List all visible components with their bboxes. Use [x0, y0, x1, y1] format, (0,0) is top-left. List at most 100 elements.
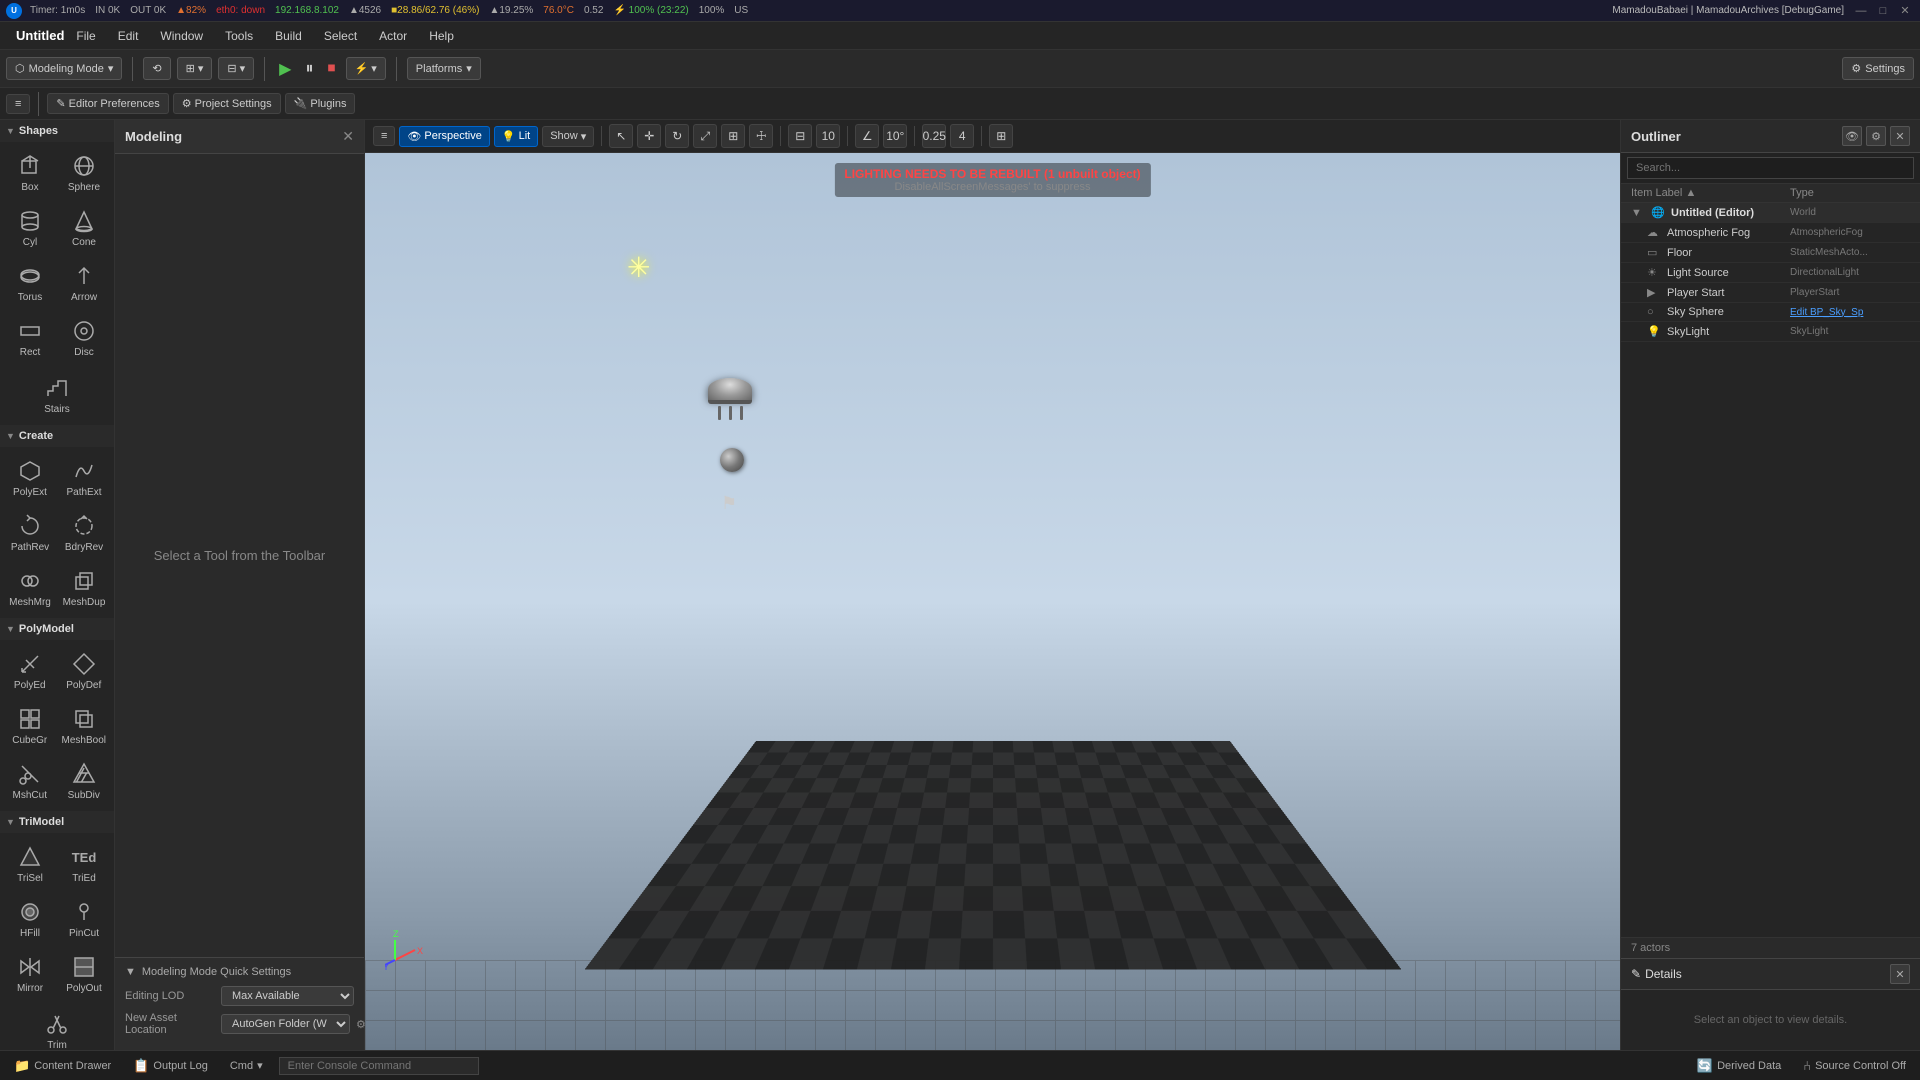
col-label-header[interactable]: Item Label ▲ — [1631, 187, 1790, 199]
menu-help[interactable]: Help — [419, 26, 464, 46]
tool-torus[interactable]: Torus — [4, 256, 56, 309]
tool-pincut[interactable]: PinCut — [58, 892, 110, 945]
viewport-canvas[interactable]: LIGHTING NEEDS TO BE REBUILT (1 unbuilt … — [365, 153, 1620, 1050]
tool-polyed[interactable]: PolyEd — [4, 644, 56, 697]
maximize-vp-btn[interactable]: ⊞ — [989, 124, 1013, 148]
tool-meshmrg[interactable]: MeshMrg — [4, 561, 56, 614]
outliner-item-floor[interactable]: ▭ Floor StaticMeshActo... — [1621, 243, 1920, 263]
grid-size-btn[interactable]: 10 — [816, 124, 840, 148]
hamburger-vp-btn[interactable]: ≡ — [373, 126, 395, 146]
details-close-btn[interactable]: ✕ — [1890, 964, 1910, 984]
create-section-header[interactable]: ▼ Create — [0, 425, 114, 447]
outliner-list: ▼ 🌐 Untitled (Editor) World ☁ Atmospheri… — [1621, 203, 1920, 937]
outliner-search[interactable] — [1627, 157, 1914, 179]
menu-file[interactable]: File — [66, 26, 105, 46]
tool-box[interactable]: Box — [4, 146, 56, 199]
content-drawer-btn[interactable]: 📁 Content Drawer — [8, 1056, 117, 1076]
tool-mirror[interactable]: Mirror — [4, 947, 56, 1000]
menu-select[interactable]: Select — [314, 26, 367, 46]
tool-cyl[interactable]: Cyl — [4, 201, 56, 254]
lit-btn[interactable]: 💡 Lit — [494, 126, 538, 147]
polymodel-section-header[interactable]: ▼ PolyModel — [0, 618, 114, 640]
tool-subdiv[interactable]: SubDiv — [58, 754, 110, 807]
tool-stairs[interactable]: Stairs — [4, 368, 110, 421]
angle-value-btn[interactable]: 10° — [883, 124, 907, 148]
editor-prefs-btn[interactable]: ✎ Editor Preferences — [47, 93, 168, 114]
menu-build[interactable]: Build — [265, 26, 312, 46]
camera-other-btn[interactable]: 4 — [950, 124, 974, 148]
transform-btn[interactable]: ⟲ — [143, 57, 170, 80]
shapes-section-header[interactable]: ▼ Shapes — [0, 120, 114, 142]
tool-pathrev[interactable]: PathRev — [4, 506, 56, 559]
cmd-input[interactable] — [279, 1057, 479, 1075]
tool-disc[interactable]: Disc — [58, 311, 110, 364]
select-tool-btn[interactable]: ↖ — [609, 124, 633, 148]
rotate-tool-btn[interactable]: ↻ — [665, 124, 689, 148]
outliner-settings-btn[interactable]: ⚙ — [1866, 126, 1886, 146]
snap-btn[interactable]: ⊞ ▾ — [177, 57, 213, 80]
tool-polyext[interactable]: PolyExt — [4, 451, 56, 504]
tool-trim[interactable]: Trim — [4, 1004, 110, 1050]
perspective-btn[interactable]: 👁 Perspective — [399, 126, 489, 147]
tool-meshcut[interactable]: MshCut — [4, 754, 56, 807]
show-btn[interactable]: Show ▾ — [542, 126, 594, 147]
outliner-item-skylight[interactable]: 💡 SkyLight SkyLight — [1621, 322, 1920, 342]
asset-location-select[interactable]: AutoGen Folder (W — [221, 1014, 350, 1034]
tool-cone[interactable]: Cone — [58, 201, 110, 254]
universal-tool-btn[interactable]: ☩ — [749, 124, 773, 148]
outliner-eye-btn[interactable]: 👁 — [1842, 126, 1862, 146]
sky-sphere-link[interactable]: Edit BP_Sky_Sp — [1790, 307, 1863, 318]
tool-bdryrev[interactable]: BdryRev — [58, 506, 110, 559]
world-item[interactable]: ▼ 🌐 Untitled (Editor) World — [1621, 203, 1920, 223]
menu-window[interactable]: Window — [150, 26, 213, 46]
plugins-btn[interactable]: 🔌 Plugins — [285, 93, 356, 114]
hamburger-btn[interactable]: ≡ — [6, 94, 30, 114]
minimize-button[interactable]: — — [1852, 2, 1870, 20]
tool-meshdup[interactable]: MeshDup — [58, 561, 110, 614]
outliner-item-light[interactable]: ☀ Light Source DirectionalLight — [1621, 263, 1920, 283]
grid-btn[interactable]: ⊟ ▾ — [218, 57, 254, 80]
stop-button[interactable]: ⏹ — [324, 60, 340, 78]
tool-pathext[interactable]: PathExt — [58, 451, 110, 504]
outliner-item-sky[interactable]: ○ Sky Sphere Edit BP_Sky_Sp — [1621, 303, 1920, 322]
derived-data-btn[interactable]: 🔄 Derived Data — [1691, 1056, 1787, 1076]
tool-polydef[interactable]: PolyDef — [58, 644, 110, 697]
tool-trisel[interactable]: TriSel — [4, 837, 56, 890]
menu-edit[interactable]: Edit — [108, 26, 149, 46]
project-settings-label: Project Settings — [195, 98, 272, 110]
menu-tools[interactable]: Tools — [215, 26, 263, 46]
pause-button[interactable]: ⏸ — [301, 60, 317, 78]
move-tool-btn[interactable]: ✛ — [637, 124, 661, 148]
settings-btn[interactable]: ⚙ Settings — [1842, 57, 1914, 80]
tool-arrow[interactable]: Arrow — [58, 256, 110, 309]
scale-tool-btn[interactable]: ⤢ — [693, 124, 717, 148]
mode-selector[interactable]: ⬡ Modeling Mode ▾ — [6, 57, 122, 80]
grid-icon-btn[interactable]: ⊟ — [788, 124, 812, 148]
outliner-item-fog[interactable]: ☁ Atmospheric Fog AtmosphericFog — [1621, 223, 1920, 243]
editing-lod-select[interactable]: Max Available — [221, 986, 354, 1006]
col-type-header[interactable]: Type — [1790, 187, 1910, 199]
tool-sphere[interactable]: Sphere — [58, 146, 110, 199]
menu-actor[interactable]: Actor — [369, 26, 417, 46]
modeling-close-button[interactable]: ✕ — [342, 128, 354, 145]
outliner-item-player[interactable]: ▶ Player Start PlayerStart — [1621, 283, 1920, 303]
launch-btn[interactable]: ⚡ ▾ — [346, 57, 386, 80]
tool-meshbool[interactable]: MeshBool — [58, 699, 110, 752]
source-control-btn[interactable]: ⑃ Source Control Off — [1797, 1056, 1912, 1076]
tool-hfill[interactable]: HFill — [4, 892, 56, 945]
tool-tried[interactable]: TEd TriEd — [58, 837, 110, 890]
angle-icon-btn[interactable]: ∠ — [855, 124, 879, 148]
transform-tool-btn[interactable]: ⊞ — [721, 124, 745, 148]
tool-polycut[interactable]: PolyOut — [58, 947, 110, 1000]
project-settings-btn[interactable]: ⚙ Project Settings — [173, 93, 281, 114]
platforms-btn[interactable]: Platforms ▾ — [407, 57, 481, 80]
tool-rect[interactable]: Rect — [4, 311, 56, 364]
tool-cubegr[interactable]: CubeGr — [4, 699, 56, 752]
camera-speed-btn[interactable]: 0.25 — [922, 124, 946, 148]
output-log-btn[interactable]: 📋 Output Log — [127, 1056, 214, 1076]
outliner-close-btn[interactable]: ✕ — [1890, 126, 1910, 146]
play-button[interactable]: ▶ — [275, 59, 295, 79]
maximize-button[interactable]: □ — [1874, 2, 1892, 20]
close-button[interactable]: ✕ — [1896, 2, 1914, 20]
trimodel-section-header[interactable]: ▼ TriModel — [0, 811, 114, 833]
